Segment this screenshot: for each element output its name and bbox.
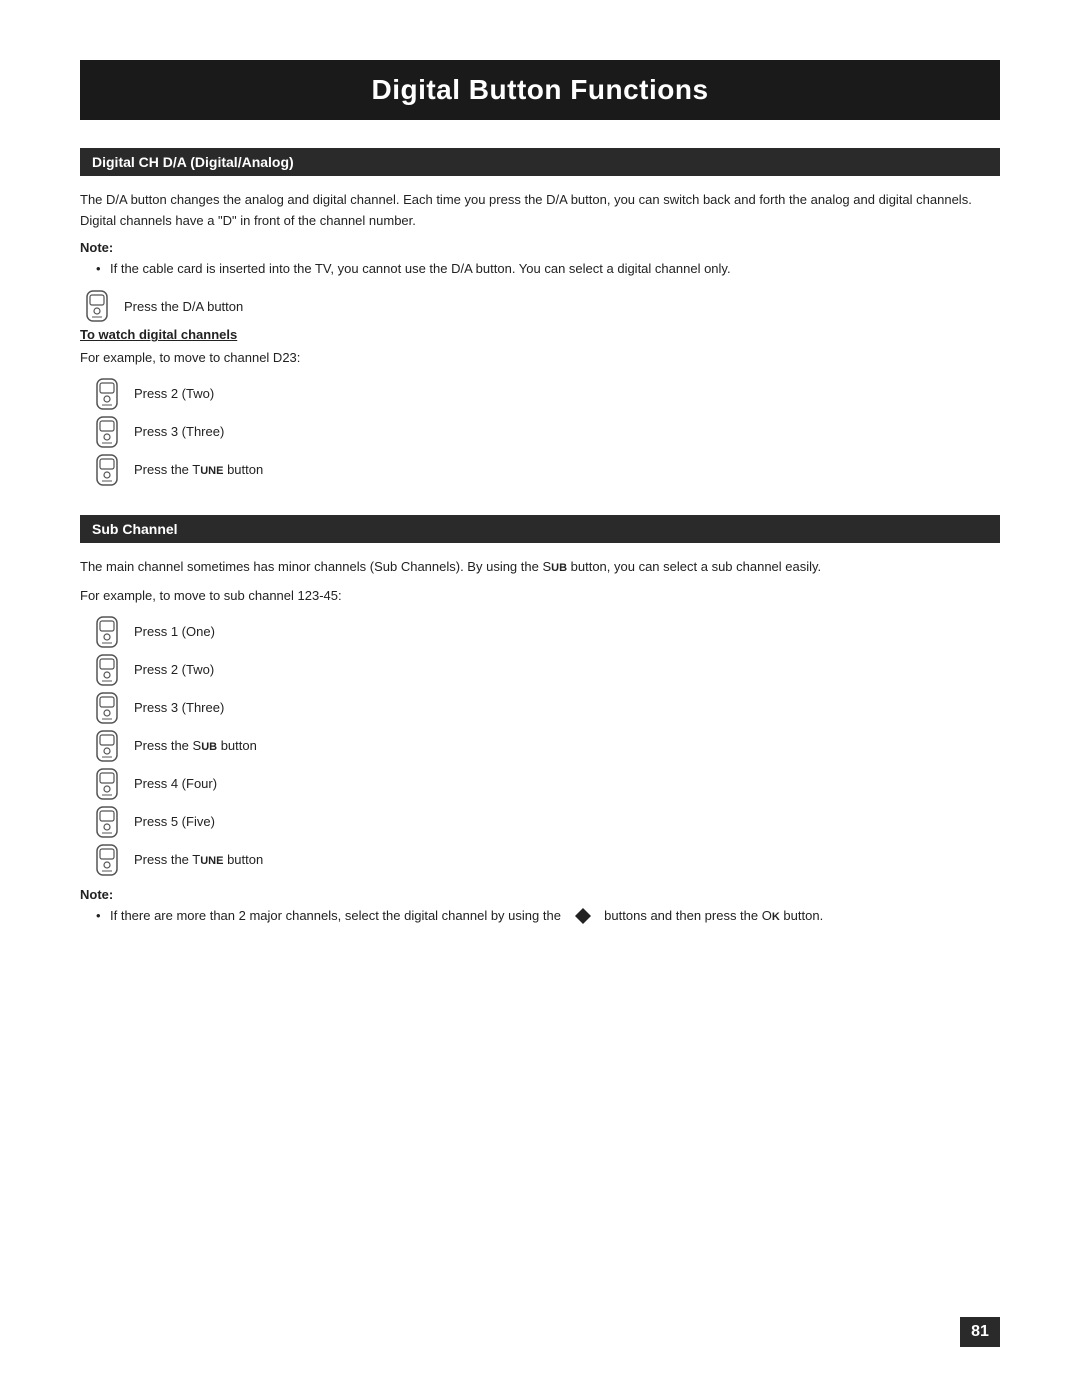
section-sub-channel: Sub Channel The main channel sometimes h… xyxy=(80,515,1000,926)
step-text: Press the SUB button xyxy=(134,736,257,756)
step-row: Press the SUB button xyxy=(90,729,1000,763)
page-wrapper: Digital Button Functions Digital CH D/A … xyxy=(0,0,1080,1397)
step-row: Press the TUNE button xyxy=(90,843,1000,877)
step-row: Press the TUNE button xyxy=(90,453,1000,487)
da-button-row: Press the D/A button xyxy=(80,289,1000,323)
section-digital-da: Digital CH D/A (Digital/Analog) The D/A … xyxy=(80,148,1000,487)
step-text: Press 3 (Three) xyxy=(134,422,224,442)
step-text: Press the TUNE button xyxy=(134,460,263,480)
page-number: 81 xyxy=(960,1317,1000,1347)
step-text: Press the TUNE button xyxy=(134,850,263,870)
da-button-text: Press the D/A button xyxy=(124,297,243,317)
page-title: Digital Button Functions xyxy=(80,60,1000,120)
section1-note-list: If the cable card is inserted into the T… xyxy=(80,259,1000,280)
section2-header: Sub Channel xyxy=(80,515,1000,543)
remote-button-icon xyxy=(90,843,124,877)
remote-button-icon xyxy=(90,805,124,839)
channel-arrows-icon xyxy=(569,906,597,926)
section2-example-text: For example, to move to sub channel 123-… xyxy=(80,586,1000,607)
remote-button-icon xyxy=(90,691,124,725)
step-row: Press 4 (Four) xyxy=(90,767,1000,801)
step-row: Press 3 (Three) xyxy=(90,691,1000,725)
step-row: Press 5 (Five) xyxy=(90,805,1000,839)
section2-steps: Press 1 (One) Press 2 (Two) xyxy=(90,615,1000,877)
step-text: Press 2 (Two) xyxy=(134,384,214,404)
section2-note-item: If there are more than 2 major channels,… xyxy=(96,906,1000,927)
step-text: Press 3 (Three) xyxy=(134,698,224,718)
remote-button-icon xyxy=(90,767,124,801)
remote-button-icon xyxy=(90,729,124,763)
step-text: Press 5 (Five) xyxy=(134,812,215,832)
section1-header: Digital CH D/A (Digital/Analog) xyxy=(80,148,1000,176)
section1-steps: Press 2 (Two) Press 3 (Three) xyxy=(90,377,1000,487)
buttons-text: buttons xyxy=(604,908,647,923)
section1-description: The D/A button changes the analog and di… xyxy=(80,190,1000,232)
remote-button-icon xyxy=(90,615,124,649)
remote-button-icon xyxy=(90,415,124,449)
step-text: Press 1 (One) xyxy=(134,622,215,642)
section1-note-label: Note: xyxy=(80,240,1000,255)
remote-button-icon xyxy=(90,653,124,687)
step-row: Press 2 (Two) xyxy=(90,377,1000,411)
step-text: Press 4 (Four) xyxy=(134,774,217,794)
step-row: Press 1 (One) xyxy=(90,615,1000,649)
remote-button-icon xyxy=(90,453,124,487)
section2-note-label: Note: xyxy=(80,887,1000,902)
section1-note-item: If the cable card is inserted into the T… xyxy=(96,259,1000,280)
section1-example-text: For example, to move to channel D23: xyxy=(80,348,1000,369)
to-watch-label: To watch digital channels xyxy=(80,327,1000,342)
step-row: Press 2 (Two) xyxy=(90,653,1000,687)
section2-note-list: If there are more than 2 major channels,… xyxy=(80,906,1000,927)
remote-button-icon xyxy=(80,289,114,323)
remote-button-icon xyxy=(90,377,124,411)
section2-description: The main channel sometimes has minor cha… xyxy=(80,557,1000,578)
step-text: Press 2 (Two) xyxy=(134,660,214,680)
step-row: Press 3 (Three) xyxy=(90,415,1000,449)
